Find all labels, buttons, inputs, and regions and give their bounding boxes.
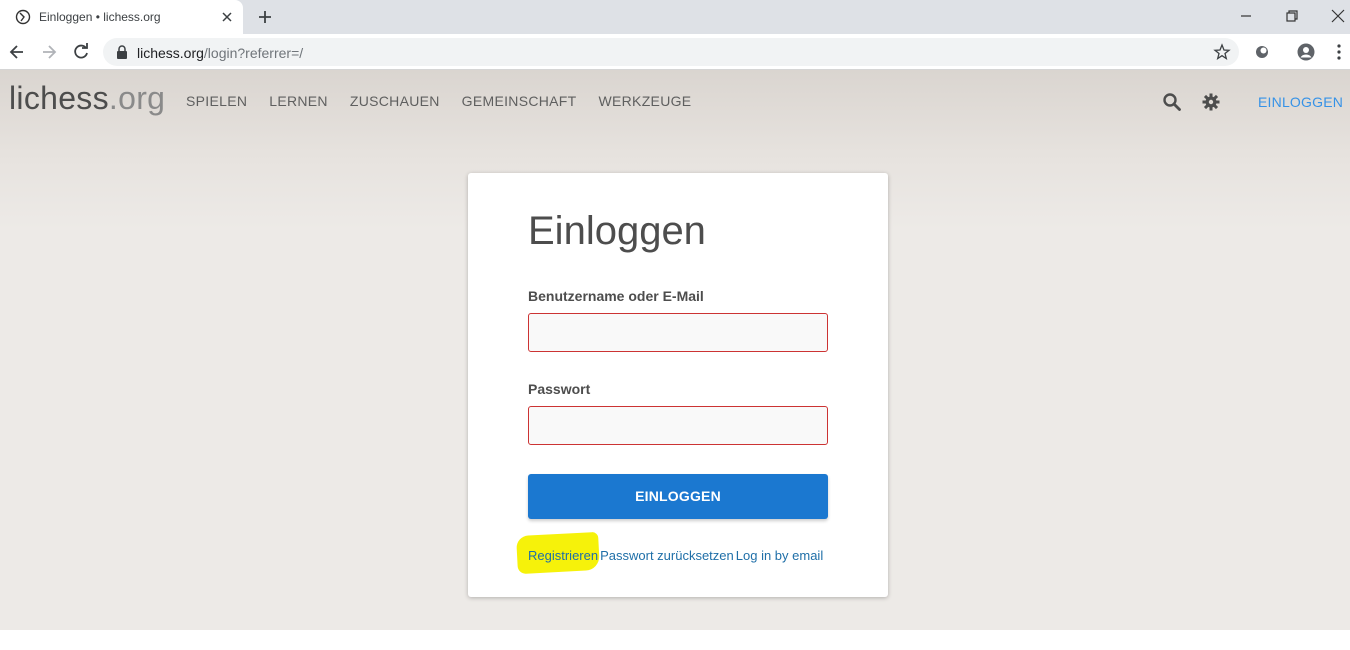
lichess-favicon-icon (15, 9, 31, 25)
login-submit-button[interactable]: EINLOGGEN (528, 474, 828, 519)
extension-icon[interactable] (1253, 43, 1271, 61)
nav-item-learn[interactable]: LERNEN (269, 93, 328, 109)
reload-icon[interactable] (71, 42, 91, 62)
nav-item-community[interactable]: GEMEINSCHAFT (462, 93, 577, 109)
close-tab-icon[interactable] (219, 9, 235, 25)
browser-tabstrip: Einloggen • lichess.org (0, 0, 1350, 34)
lock-icon (117, 45, 127, 59)
forward-arrow-icon[interactable] (39, 42, 59, 62)
site-logo[interactable]: lichess.org (9, 80, 165, 117)
password-label: Passwort (528, 381, 591, 397)
address-bar[interactable]: lichess.org/login?referrer=/ (103, 38, 1239, 66)
header-login-link[interactable]: EINLOGGEN (1258, 94, 1343, 110)
url-text: lichess.org/login?referrer=/ (137, 45, 304, 61)
top-navigation: SPIELEN LERNEN ZUSCHAUEN GEMEINSCHAFT WE… (186, 93, 713, 109)
nav-item-play[interactable]: SPIELEN (186, 93, 247, 109)
email-login-link[interactable]: Log in by email (736, 548, 823, 563)
profile-avatar-icon[interactable] (1297, 43, 1315, 61)
browser-menu-icon[interactable] (1330, 43, 1348, 61)
page-title: Einloggen (528, 209, 706, 253)
site-header: lichess.org SPIELEN LERNEN ZUSCHAUEN GEM… (0, 70, 1350, 134)
tab-title: Einloggen • lichess.org (39, 10, 161, 24)
username-input[interactable] (528, 313, 828, 352)
search-icon[interactable] (1162, 92, 1182, 112)
back-arrow-icon[interactable] (7, 42, 27, 62)
nav-item-tools[interactable]: WERKZEUGE (599, 93, 692, 109)
minimize-window-icon[interactable] (1236, 6, 1256, 26)
bookmark-star-icon[interactable] (1213, 43, 1231, 61)
username-label: Benutzername oder E-Mail (528, 288, 704, 304)
login-card: Einloggen Benutzername oder E-Mail Passw… (468, 173, 888, 597)
nav-item-watch[interactable]: ZUSCHAUEN (350, 93, 440, 109)
browser-tab-active[interactable]: Einloggen • lichess.org (0, 0, 243, 34)
register-link[interactable]: Registrieren (528, 548, 598, 563)
restore-window-icon[interactable] (1282, 6, 1302, 26)
browser-toolbar: lichess.org/login?referrer=/ (0, 34, 1350, 70)
page-content: lichess.org SPIELEN LERNEN ZUSCHAUEN GEM… (0, 70, 1350, 630)
gear-icon[interactable] (1201, 92, 1221, 112)
reset-password-link[interactable]: Passwort zurücksetzen (600, 548, 734, 563)
password-input[interactable] (528, 406, 828, 445)
new-tab-icon[interactable] (256, 8, 274, 26)
auth-links: Registrieren Passwort zurücksetzen Log i… (528, 548, 823, 563)
close-window-icon[interactable] (1328, 6, 1348, 26)
